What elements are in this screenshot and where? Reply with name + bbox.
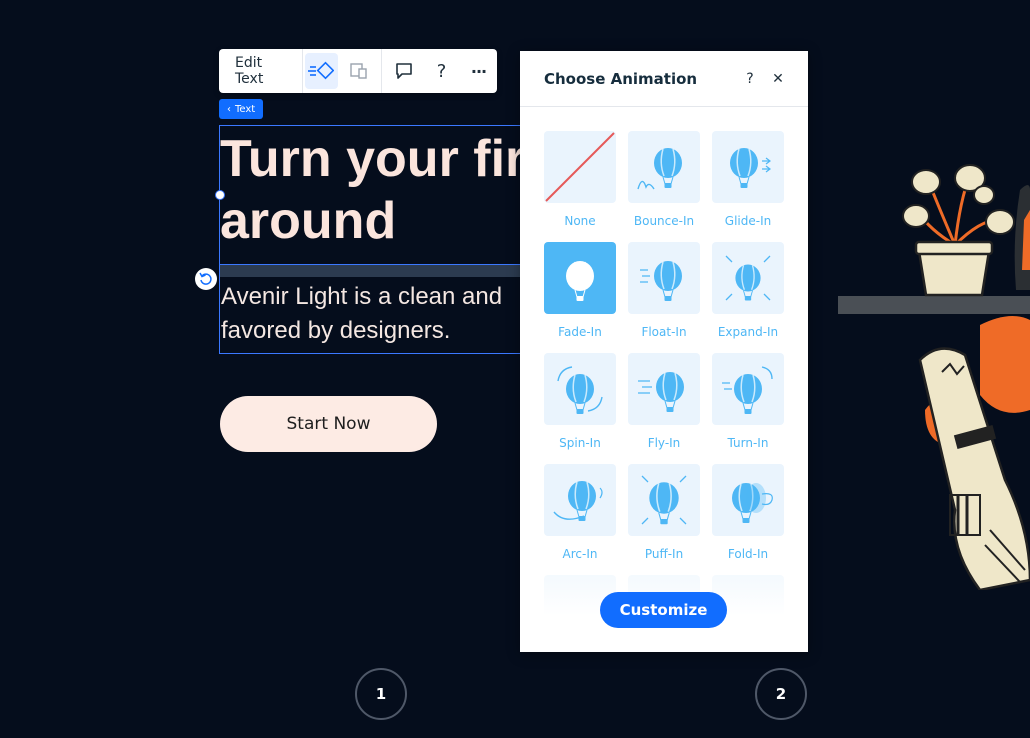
layout-button[interactable] [342,53,375,89]
animation-option-fade-in[interactable]: Fade-In [544,242,616,339]
fly-in-icon [638,372,684,412]
fold-in-icon [732,483,773,523]
animation-option-label: Spin-In [559,436,601,450]
animation-preview [544,131,616,203]
animation-option-label: Fold-In [727,547,769,561]
animation-option-label: Turn-In [727,436,769,450]
page-1-button[interactable]: 1 [355,668,407,720]
start-now-button[interactable]: Start Now [220,396,437,452]
animation-option-expand-in[interactable]: Expand-In [712,242,784,339]
hero-title[interactable]: Turn your fir around [220,128,520,264]
bounce-in-icon [637,148,682,190]
hero-paragraph[interactable]: Avenir Light is a clean and favored by d… [221,280,521,350]
panel-header: Choose Animation ? ✕ [520,51,808,107]
animation-option-label: Arc-In [562,547,598,561]
animation-preview [712,353,784,425]
animation-option-float-in[interactable]: Float-In [628,242,700,339]
text-tag-label: Text [235,103,256,115]
animation-preview [544,464,616,536]
animation-option-turn-in[interactable]: Turn-In [712,353,784,450]
animation-preview [628,131,700,203]
puff-in-icon [641,475,687,525]
none-icon [545,132,615,202]
help-icon: ? [746,70,754,87]
comment-icon [396,63,413,79]
glide-in-icon [730,148,771,188]
fade-in-icon [566,261,594,301]
help-button[interactable]: ? [425,53,458,89]
animation-option-none[interactable]: None [544,131,616,228]
animation-option-puff-in[interactable]: Puff-In [628,464,700,561]
hero-title-line: Turn your fir [220,130,520,188]
animation-option-label: Glide-In [724,214,772,228]
more-icon: ··· [470,61,487,81]
rotate-handle[interactable] [195,268,217,290]
animation-option-bounce-in[interactable]: Bounce-In [628,131,700,228]
animation-preview [628,464,700,536]
close-icon: ✕ [772,70,784,87]
animation-option-label: Fade-In [558,325,602,339]
spin-in-icon [557,366,603,414]
layout-icon [349,63,367,79]
element-type-tag[interactable]: ‹ Text [219,99,264,119]
animation-option-label: Puff-In [644,547,684,561]
help-icon: ? [436,60,447,82]
animation-option-label: Fly-In [647,436,681,450]
hero-title-line: around [220,192,397,250]
hero-paragraph-line: favored by designers. [221,317,451,344]
animation-option-label: Expand-In [717,325,779,339]
panel-title: Choose Animation [544,69,698,88]
animation-button[interactable] [304,53,338,89]
chevron-left-icon: ‹ [227,103,231,115]
animation-preview [544,353,616,425]
more-actions-button[interactable]: ··· [462,53,495,89]
plant-and-newspaper-illustration [838,164,1030,590]
comment-button[interactable] [388,53,421,89]
float-in-icon [640,261,682,301]
animation-option-fly-in[interactable]: Fly-In [628,353,700,450]
toolbar-divider [381,49,382,93]
panel-close-button[interactable]: ✕ [764,65,792,93]
page-2-button[interactable]: 2 [755,668,807,720]
customize-button[interactable]: Customize [600,592,727,628]
animation-option-label: None [564,214,596,228]
animation-option-glide-in[interactable]: Glide-In [712,131,784,228]
animation-option-label: Bounce-In [633,214,695,228]
expand-in-icon [725,255,771,301]
rotate-icon [199,272,212,285]
animation-preview [628,353,700,425]
arc-in-icon [553,481,603,521]
choose-animation-panel: Choose Animation ? ✕ None Bounce-In Glid… [520,51,808,652]
animation-preview [712,464,784,536]
animation-preview [712,131,784,203]
animation-option-spin-in[interactable]: Spin-In [544,353,616,450]
element-toolbar: Edit Text ? ··· [219,49,497,93]
animation-option-arc-in[interactable]: Arc-In [544,464,616,561]
edit-text-button[interactable]: Edit Text [219,49,303,93]
hero-paragraph-line: Avenir Light is a clean and [221,283,503,310]
animation-preview [544,242,616,314]
panel-help-button[interactable]: ? [736,65,764,93]
animation-option-label: Float-In [641,325,687,339]
animation-icon [308,61,335,80]
turn-in-icon [722,366,773,414]
animation-preview [628,242,700,314]
animation-preview [712,242,784,314]
animation-option-fold-in[interactable]: Fold-In [712,464,784,561]
